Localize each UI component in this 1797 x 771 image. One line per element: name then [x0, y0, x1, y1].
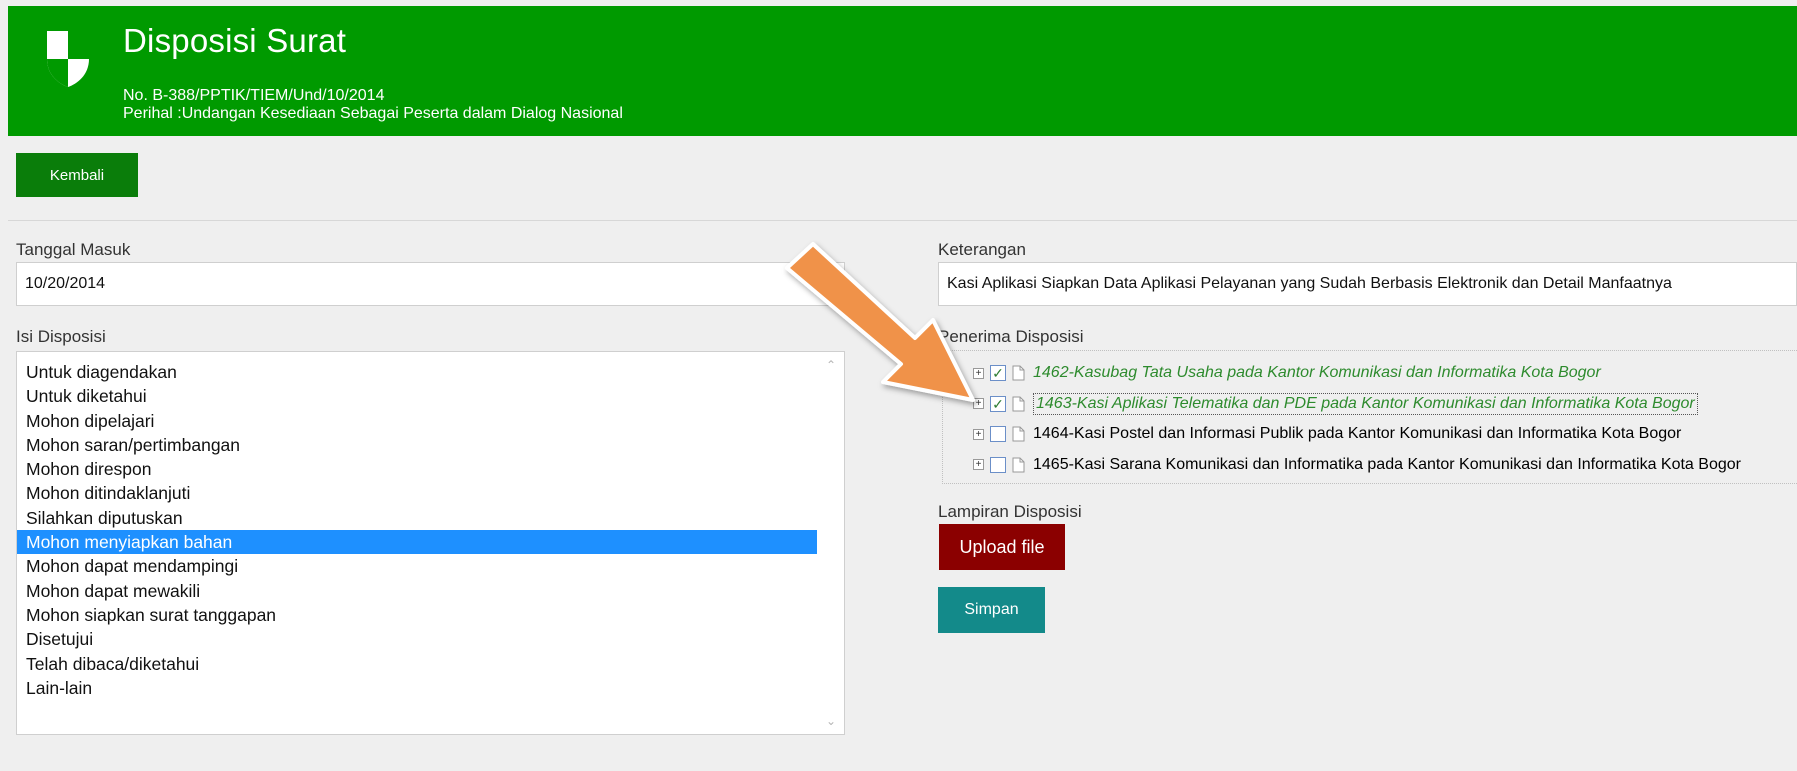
list-item-selected[interactable]: Mohon menyiapkan bahan — [17, 530, 817, 555]
tanggal-masuk-field[interactable]: 10/20/2014 — [16, 262, 845, 306]
checkbox-checked[interactable]: ✓ — [990, 365, 1006, 382]
document-icon — [1012, 426, 1025, 442]
list-item[interactable]: Mohon siapkan surat tanggapan — [17, 603, 817, 627]
shield-icon — [47, 31, 89, 87]
plus-box-icon[interactable]: + — [973, 428, 984, 440]
back-button[interactable]: Kembali — [16, 153, 138, 197]
tanggal-masuk-label: Tanggal Masuk — [16, 240, 131, 259]
list-item[interactable]: Telah dibaca/diketahui — [17, 652, 817, 676]
tree-item[interactable]: + 1465-Kasi Sarana Komunikasi dan Inform… — [943, 450, 1797, 481]
page-title: Disposisi Surat — [123, 22, 347, 59]
tree-item[interactable]: + ✓ 1462-Kasubag Tata Usaha pada Kantor … — [943, 358, 1797, 389]
letter-info: No. B-388/PPTIK/TIEM/Und/10/2014 Perihal… — [123, 87, 623, 123]
tree-item[interactable]: + ✓ 1463-Kasi Aplikasi Telematika dan PD… — [943, 389, 1797, 420]
isi-disposisi-listbox[interactable]: Untuk diagendakan Untuk diketahui Mohon … — [16, 351, 845, 735]
list-item[interactable]: Mohon saran/pertimbangan — [17, 433, 817, 457]
plus-box-icon[interactable]: + — [973, 398, 984, 410]
checkbox-unchecked[interactable] — [990, 426, 1006, 443]
document-icon — [1012, 457, 1025, 473]
list-item[interactable]: Untuk diagendakan — [17, 360, 817, 384]
tree-item-label[interactable]: 1463-Kasi Aplikasi Telematika dan PDE pa… — [1033, 392, 1698, 415]
checkbox-unchecked[interactable] — [990, 456, 1006, 473]
upload-file-button[interactable]: Upload file — [939, 524, 1065, 570]
save-button[interactable]: Simpan — [938, 587, 1045, 633]
scroll-up-icon[interactable]: ⌃ — [826, 358, 836, 372]
letter-subject: Perihal :Undangan Kesediaan Sebagai Pese… — [123, 105, 623, 122]
list-item[interactable]: Mohon dapat mendampingi — [17, 554, 817, 578]
letter-number: No. B-388/PPTIK/TIEM/Und/10/2014 — [123, 87, 385, 104]
checkbox-checked[interactable]: ✓ — [990, 395, 1006, 412]
scroll-down-icon[interactable]: ⌄ — [826, 714, 836, 728]
plus-box-icon[interactable]: + — [973, 367, 984, 379]
tree-item-label[interactable]: 1465-Kasi Sarana Komunikasi dan Informat… — [1033, 456, 1741, 474]
tree-item[interactable]: + 1464-Kasi Postel dan Informasi Publik … — [943, 419, 1797, 450]
tree-item-label[interactable]: 1464-Kasi Postel dan Informasi Publik pa… — [1033, 425, 1681, 443]
keterangan-label: Keterangan — [938, 240, 1026, 259]
list-item[interactable]: Mohon dipelajari — [17, 409, 817, 433]
penerima-tree[interactable]: + ✓ 1462-Kasubag Tata Usaha pada Kantor … — [942, 350, 1797, 484]
page-header: Disposisi Surat No. B-388/PPTIK/TIEM/Und… — [8, 6, 1797, 136]
tree-item-label[interactable]: 1462-Kasubag Tata Usaha pada Kantor Komu… — [1033, 364, 1601, 382]
penerima-disposisi-label: Penerima Disposisi — [938, 327, 1084, 346]
list-item[interactable]: Disetujui — [17, 627, 817, 651]
plus-box-icon[interactable]: + — [973, 459, 984, 471]
document-icon — [1012, 396, 1025, 412]
isi-disposisi-label: Isi Disposisi — [16, 327, 106, 346]
list-item[interactable]: Untuk diketahui — [17, 384, 817, 408]
divider — [8, 220, 1797, 221]
list-item[interactable]: Mohon ditindaklanjuti — [17, 481, 817, 505]
document-icon — [1012, 365, 1025, 381]
keterangan-field[interactable]: Kasi Aplikasi Siapkan Data Aplikasi Pela… — [938, 262, 1797, 306]
list-item[interactable]: Silahkan diputuskan — [17, 506, 817, 530]
list-item[interactable]: Mohon direspon — [17, 457, 817, 481]
list-item[interactable]: Mohon dapat mewakili — [17, 579, 817, 603]
list-item[interactable]: Lain-lain — [17, 676, 817, 700]
lampiran-label: Lampiran Disposisi — [938, 502, 1082, 521]
